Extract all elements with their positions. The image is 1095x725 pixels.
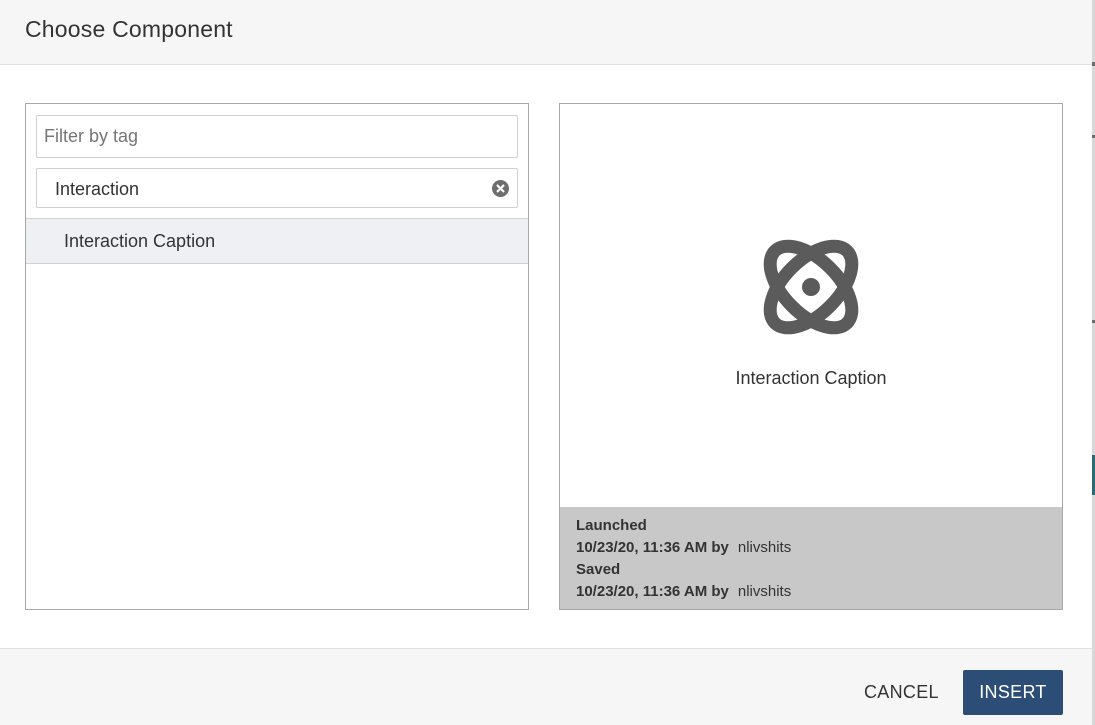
preview-component-name: Interaction Caption (735, 368, 887, 388)
saved-user: nlivshits (737, 583, 792, 600)
dialog-title: Choose Component (25, 16, 233, 42)
filter-by-tag-input[interactable] (36, 115, 518, 158)
component-search-field[interactable]: Interaction (36, 168, 518, 208)
launched-date: 10/23/20, 11:36 AM by (576, 539, 729, 556)
saved-heading: Saved (576, 561, 621, 578)
component-metadata: Launched 10/23/20, 11:36 AM by nlivshits … (560, 507, 1062, 609)
list-item-label: Interaction Caption (64, 231, 216, 251)
dialog-footer: CANCEL INSERT (0, 648, 1092, 725)
atom-icon (763, 239, 859, 335)
launched-heading: Launched (576, 517, 647, 534)
saved-date: 10/23/20, 11:36 AM by (576, 583, 729, 600)
launched-info: 10/23/20, 11:36 AM by nlivshits (576, 539, 791, 556)
dialog-header: Choose Component (0, 0, 1092, 65)
component-list-panel: Interaction Interaction Caption (25, 103, 529, 610)
launched-user: nlivshits (737, 539, 792, 556)
insert-button[interactable]: INSERT (963, 670, 1063, 715)
cancel-button[interactable]: CANCEL (858, 676, 945, 708)
component-search-value: Interaction (55, 179, 140, 199)
saved-info: 10/23/20, 11:36 AM by nlivshits (576, 583, 791, 600)
clear-search-icon[interactable] (492, 180, 509, 197)
list-item-interaction-caption[interactable]: Interaction Caption (26, 218, 528, 264)
component-preview-panel: Interaction Caption Launched 10/23/20, 1… (559, 103, 1063, 610)
